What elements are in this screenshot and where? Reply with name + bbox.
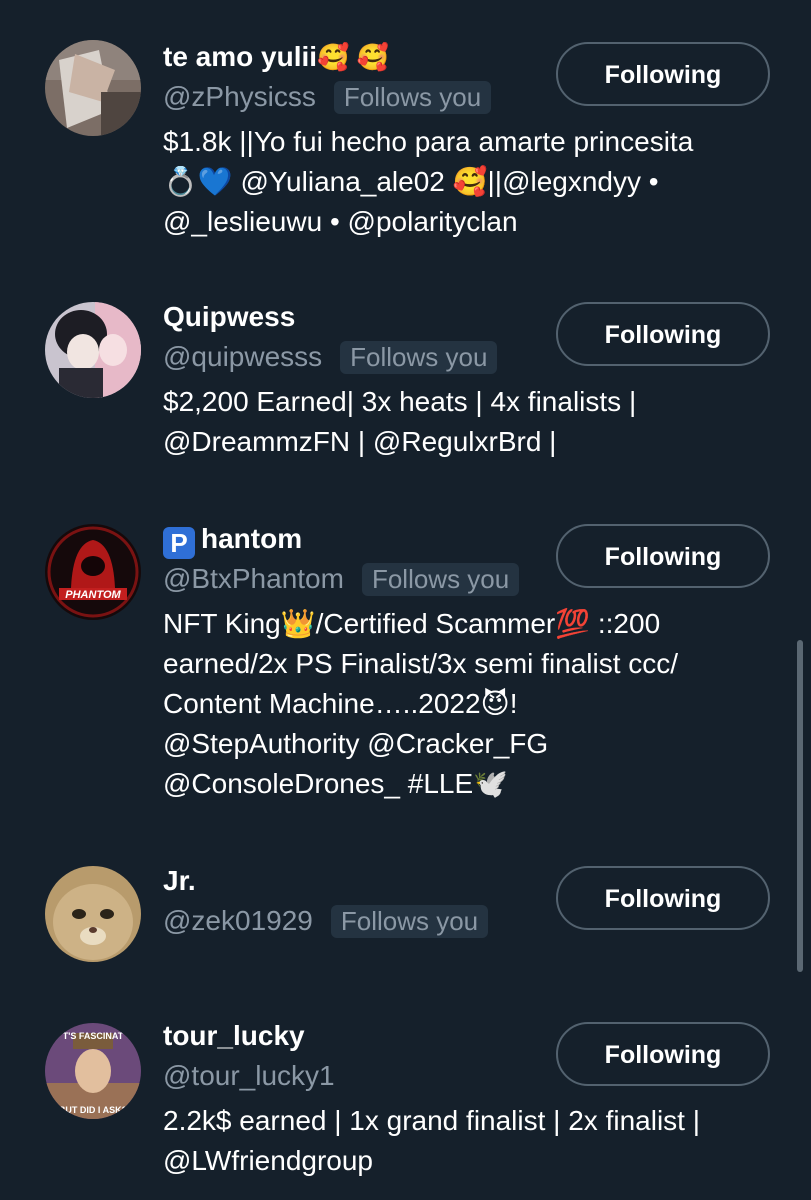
- p-button-emoji: P: [163, 527, 195, 559]
- user-handle: @tour_lucky1: [163, 1060, 335, 1091]
- user-handle: @quipwesss: [163, 341, 323, 372]
- avatar-image-meme: T'S FASCINAT BUT DID I ASK?: [45, 1023, 141, 1119]
- bio-line: 2.2k$ earned | 1x grand finalist | 2x fi…: [163, 1105, 701, 1136]
- avatar-image-cat: [45, 866, 141, 962]
- following-list: te amo yulii🥰 🥰 @zPhysicss Follows you $…: [0, 0, 811, 1200]
- following-button[interactable]: Following: [556, 1022, 770, 1086]
- avatar[interactable]: [45, 302, 141, 398]
- bio-line: $1.8k ||Yo fui hecho para amarte princes…: [163, 126, 694, 157]
- avatar-meme-top-text: T'S FASCINAT: [63, 1031, 124, 1041]
- follows-you-badge: Follows you: [340, 340, 498, 374]
- user-bio: NFT King👑/Certified Scammer💯 ::200 earne…: [163, 604, 771, 804]
- bio-line: @_leslieuwu • @polarityclan: [163, 206, 518, 237]
- user-handle: @BtxPhantom: [163, 563, 344, 594]
- avatar[interactable]: [45, 866, 141, 962]
- bio-line: 💍💙 @Yuliana_ale02 🥰||@legxndyy •: [163, 166, 659, 197]
- avatar-image-hand: [45, 40, 141, 136]
- bio-line: @StepAuthority @Cracker_FG: [163, 728, 549, 759]
- bio-line: @ConsoleDrones_ #LLE🕊️: [163, 768, 509, 799]
- bio-line: @LWfriendgroup: [163, 1145, 373, 1176]
- avatar[interactable]: T'S FASCINAT BUT DID I ASK?: [45, 1023, 141, 1119]
- bio-line: $2,200 Earned| 3x heats | 4x finalists |: [163, 386, 637, 417]
- avatar-logo-text: PHANTOM: [65, 589, 121, 601]
- follows-you-badge: Follows you: [330, 904, 489, 938]
- following-button[interactable]: Following: [556, 42, 770, 106]
- display-name-text: te amo yulii: [163, 41, 318, 72]
- user-bio: $1.8k ||Yo fui hecho para amarte princes…: [163, 122, 771, 242]
- user-bio: $2,200 Earned| 3x heats | 4x finalists |…: [163, 382, 771, 462]
- bio-line: earned/2x PS Finalist/3x semi finalist c…: [163, 648, 679, 679]
- follows-you-badge: Follows you: [333, 80, 492, 114]
- following-button[interactable]: Following: [556, 524, 770, 588]
- user-bio: 2.2k$ earned | 1x grand finalist | 2x fi…: [163, 1101, 771, 1181]
- bio-line: NFT King👑/Certified Scammer💯 ::200: [163, 608, 661, 639]
- bio-line: Content Machine…..2022😈!: [163, 688, 518, 719]
- avatar-image-anime: [45, 302, 141, 398]
- bio-line: @DreammzFN | @RegulxrBrd |: [163, 426, 557, 457]
- avatar[interactable]: PHANTOM: [45, 524, 141, 620]
- user-handle: @zek01929: [163, 905, 313, 936]
- avatar[interactable]: [45, 40, 141, 136]
- avatar-image-phantom-logo: PHANTOM: [45, 524, 141, 620]
- follows-you-badge: Follows you: [361, 562, 520, 596]
- user-handle: @zPhysicss: [163, 81, 316, 112]
- display-name-emoji: 🥰 🥰: [317, 42, 390, 72]
- following-button[interactable]: Following: [556, 866, 770, 930]
- avatar-meme-bottom-text: BUT DID I ASK?: [59, 1105, 127, 1115]
- following-button[interactable]: Following: [556, 302, 770, 366]
- scrollbar[interactable]: [797, 640, 803, 972]
- display-name-text: hantom: [201, 523, 303, 554]
